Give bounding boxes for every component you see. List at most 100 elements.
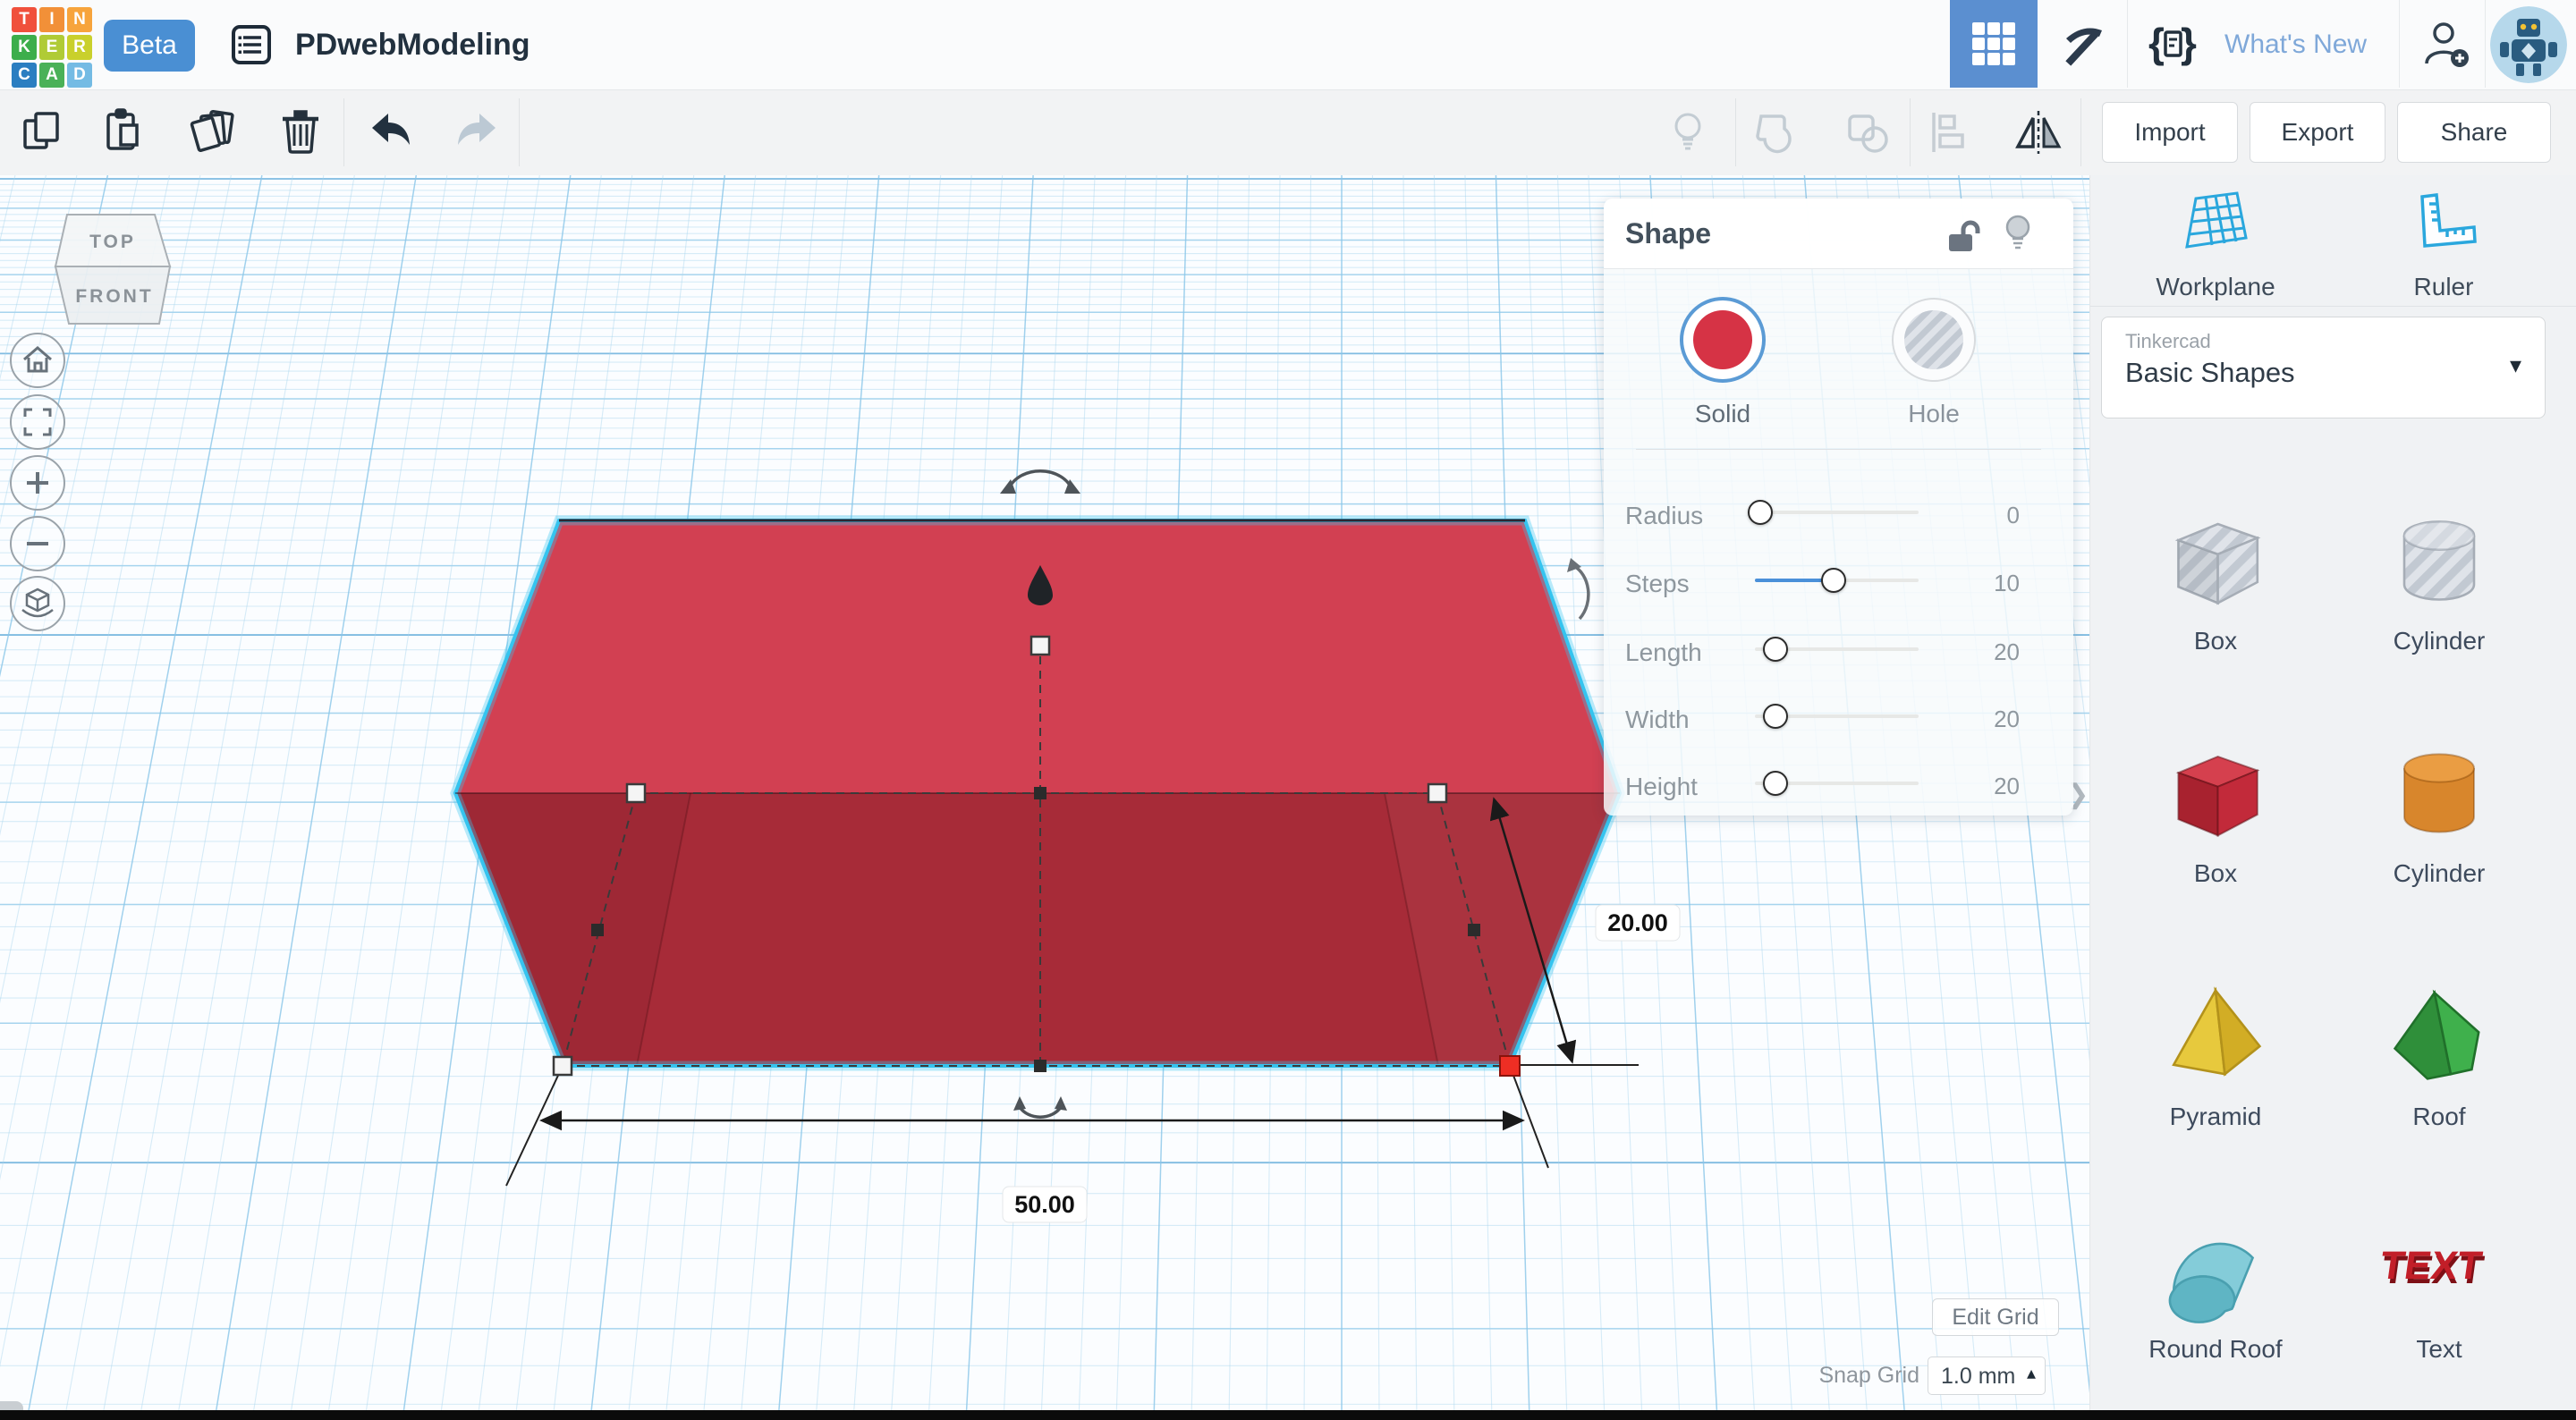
panel-divider [1636, 449, 2041, 450]
share-button[interactable]: Share [2397, 102, 2551, 163]
width-row: Width 20 [1604, 702, 2073, 738]
shape-box-hole[interactable]: Box [2140, 501, 2292, 655]
radius-slider[interactable] [1755, 511, 1919, 514]
snap-grid-dropdown[interactable]: 1.0 mm ▴ [1928, 1357, 2046, 1395]
beta-badge[interactable]: Beta [104, 20, 195, 72]
export-button[interactable]: Export [2250, 102, 2385, 163]
shape-library-dropdown[interactable]: Tinkercad Basic Shapes ▾ [2101, 317, 2546, 418]
workplane-tool[interactable]: Workplane [2140, 191, 2292, 301]
height-slider[interactable] [1755, 782, 1919, 785]
tinkercad-logo[interactable]: TINKERCAD [12, 7, 92, 88]
box-hole-icon [2157, 501, 2274, 617]
toolbar-divider [519, 98, 520, 166]
dashboard-grid-icon [1970, 21, 2017, 67]
round-roof-icon [2157, 1209, 2274, 1325]
trash-icon [274, 106, 327, 159]
user-avatar[interactable] [2490, 6, 2567, 83]
hole-option[interactable]: Hole [1885, 297, 1983, 428]
dashboard-button[interactable] [1950, 0, 2038, 88]
height-slider-knob[interactable] [1763, 771, 1788, 796]
view-cube[interactable]: TOP FRONT [36, 201, 188, 335]
app-header: TINKERCAD Beta PDwebModeling { } [0, 0, 2576, 90]
ruler-tool[interactable]: Ruler [2368, 191, 2520, 301]
duplicate-button[interactable] [186, 106, 240, 159]
import-button[interactable]: Import [2102, 102, 2238, 163]
undo-button[interactable] [362, 106, 416, 159]
steps-slider-knob[interactable] [1821, 568, 1846, 593]
align-button[interactable] [1921, 106, 1975, 159]
bottom-system-bar [0, 1410, 2576, 1420]
logo-tile: I [39, 7, 64, 32]
logo-tile: A [39, 63, 64, 88]
robot-avatar-image [2490, 6, 2567, 83]
perspective-toggle-button[interactable] [10, 576, 65, 631]
shape-cylinder-hole[interactable]: Cylinder [2363, 501, 2515, 655]
view-cube-top-label: TOP [89, 232, 136, 252]
design-menu-icon[interactable] [231, 24, 272, 65]
minus-icon [18, 524, 57, 563]
copy-button[interactable] [16, 106, 70, 159]
tinker-pickaxe-icon[interactable] [2057, 19, 2109, 71]
redo-button[interactable] [452, 106, 505, 159]
svg-text:TEXT: TEXT [2381, 1244, 2485, 1288]
lightbulb-icon [1661, 106, 1715, 159]
toolbar-divider [1735, 98, 1736, 166]
show-all-button[interactable] [1661, 106, 1715, 159]
radius-slider-knob[interactable] [1748, 500, 1773, 525]
cylinder-hole-icon [2381, 501, 2497, 617]
mirror-button[interactable] [2012, 106, 2065, 159]
logo-tile: T [12, 7, 37, 32]
delete-button[interactable] [274, 106, 327, 159]
toolbar-divider [343, 98, 344, 166]
fit-view-button[interactable] [10, 394, 65, 450]
solid-option[interactable]: Solid [1674, 297, 1772, 428]
align-icon [1921, 106, 1975, 159]
caret-down-icon: ▾ [2510, 351, 2521, 379]
length-slider-knob[interactable] [1763, 637, 1788, 662]
edit-grid-button[interactable]: Edit Grid [1932, 1298, 2059, 1336]
logo-tile: N [67, 7, 92, 32]
shape-panel-title: Shape [1625, 199, 1711, 268]
steps-slider[interactable] [1755, 579, 1919, 582]
logo-tile: R [67, 35, 92, 60]
shape-panel-header[interactable]: Shape [1604, 199, 2073, 269]
unlock-icon[interactable] [1945, 216, 1981, 254]
fit-view-icon [18, 402, 57, 442]
group-icon [1750, 106, 1804, 159]
hole-striped-swatch [1904, 310, 1963, 369]
shape-pyramid[interactable]: Pyramid [2140, 976, 2292, 1131]
shape-inspector-panel: Shape Solid Hole Radius 0 Steps [1604, 199, 2073, 816]
ungroup-button[interactable] [1841, 106, 1894, 159]
home-icon [35, 363, 41, 371]
group-button[interactable] [1750, 106, 1804, 159]
toolbar-divider [1910, 98, 1911, 166]
logo-tile: K [12, 35, 37, 60]
shape-cylinder-solid[interactable]: Cylinder [2363, 733, 2515, 888]
undo-icon [362, 106, 416, 159]
zoom-in-button[interactable] [10, 455, 65, 511]
zoom-out-button[interactable] [10, 516, 65, 571]
add-user-icon[interactable] [2420, 19, 2472, 71]
home-view-button[interactable] [10, 333, 65, 388]
header-divider [2399, 0, 2400, 88]
codeblocks-icon[interactable]: { } [2147, 19, 2199, 71]
paste-button[interactable] [97, 106, 151, 159]
shape-box-solid[interactable]: Box [2140, 733, 2292, 888]
width-slider-knob[interactable] [1763, 704, 1788, 729]
shape-roof[interactable]: Roof [2363, 976, 2515, 1131]
hide-lightbulb-icon[interactable] [2003, 213, 2033, 254]
copy-icon [16, 106, 70, 159]
tinkercad-app: TOP FRONT [0, 0, 2576, 1420]
radius-row: Radius 0 [1604, 498, 2073, 534]
logo-tile: E [39, 35, 64, 60]
roof-icon [2381, 976, 2497, 1093]
shape-text[interactable]: TEXT TEXT Text [2363, 1209, 2515, 1364]
height-row: Height 20 [1604, 769, 2073, 805]
whats-new-link[interactable]: What's New [2224, 0, 2367, 89]
shape-round-roof[interactable]: Round Roof [2140, 1209, 2292, 1364]
design-title[interactable]: PDwebModeling [295, 0, 530, 89]
caret-up-icon: ▴ [2027, 1362, 2036, 1384]
length-slider[interactable] [1755, 647, 1919, 651]
header-divider [2127, 0, 2128, 88]
width-slider[interactable] [1755, 714, 1919, 718]
